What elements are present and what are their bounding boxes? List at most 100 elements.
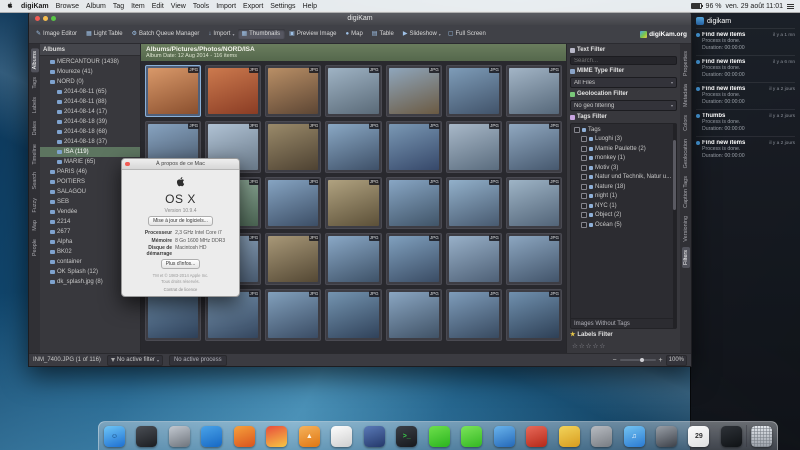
- toolbar-button[interactable]: ▦ Light Table: [83, 29, 128, 39]
- menu-clock[interactable]: ven. 29 août 11:01: [726, 3, 783, 10]
- zoom-slider[interactable]: [620, 359, 656, 361]
- tag-checkbox[interactable]: [581, 155, 587, 161]
- thumbnail[interactable]: JPG: [325, 289, 381, 341]
- dock-app-icon[interactable]: [234, 426, 255, 447]
- dock-app-icon[interactable]: [559, 426, 580, 447]
- rating-star[interactable]: ☆: [592, 342, 598, 350]
- toolbar-button[interactable]: ▣ Preview Image: [286, 29, 341, 39]
- close-button[interactable]: [35, 16, 40, 21]
- menu-item[interactable]: View: [171, 3, 186, 10]
- left-sidebar-tab[interactable]: Fuzzy: [31, 195, 39, 216]
- tag-filter-item[interactable]: Object (2): [571, 211, 676, 221]
- thumbnail[interactable]: JPG: [265, 289, 321, 341]
- tag-filter-item[interactable]: NYC (1): [571, 201, 676, 211]
- thumbnail[interactable]: JPG: [325, 65, 381, 117]
- dock-app-icon[interactable]: [591, 426, 612, 447]
- apple-icon[interactable]: [6, 1, 14, 11]
- toolbar-button[interactable]: ▦ Thumbnails: [238, 29, 285, 39]
- menu-item[interactable]: Tag: [113, 3, 124, 10]
- menu-item[interactable]: Settings: [270, 3, 295, 10]
- dock-app-icon[interactable]: [331, 426, 352, 447]
- thumbnail[interactable]: JPG: [446, 177, 502, 229]
- thumbnail[interactable]: JPG: [265, 177, 321, 229]
- toolbar-button[interactable]: ▶ Slideshow ▾: [400, 29, 444, 39]
- notification[interactable]: Find new items il y a 2 jours Process is…: [696, 136, 795, 163]
- left-sidebar-tab[interactable]: Labels: [31, 94, 39, 116]
- dock-app-icon[interactable]: ♫: [624, 426, 645, 447]
- dock-app-icon[interactable]: [721, 426, 742, 447]
- thumbnail[interactable]: JPG: [386, 121, 442, 173]
- notification[interactable]: Find new items il y a 6 mn Process is do…: [696, 55, 795, 82]
- dock-app-icon[interactable]: [494, 426, 515, 447]
- tag-filter-item[interactable]: Natur und Technik, Natur u...: [571, 173, 676, 183]
- toolbar-button[interactable]: ▢ Full Screen: [445, 29, 491, 39]
- tags-filter-header[interactable]: Tags Filter: [570, 113, 677, 121]
- close-button[interactable]: [125, 162, 130, 167]
- thumbnail[interactable]: JPG: [386, 289, 442, 341]
- dock-app-icon[interactable]: 29: [688, 426, 709, 447]
- album-tree-item[interactable]: 2014-08-14 (17): [40, 107, 140, 117]
- thumbnail[interactable]: JPG: [446, 65, 502, 117]
- dock-app-icon[interactable]: [136, 426, 157, 447]
- left-sidebar-tab[interactable]: Tags: [31, 74, 39, 92]
- toolbar-button[interactable]: ↓ Import ▾: [205, 29, 237, 39]
- notification-center-icon[interactable]: [787, 4, 794, 9]
- text-filter-search-input[interactable]: [570, 56, 677, 65]
- dock-app-icon[interactable]: >_: [396, 426, 417, 447]
- thumbnail[interactable]: JPG: [386, 177, 442, 229]
- album-tree-item[interactable]: 2014-08-11 (88): [40, 97, 140, 107]
- album-tree-item[interactable]: 2014-08-11 (65): [40, 87, 140, 97]
- dock-app-icon[interactable]: [461, 426, 482, 447]
- left-sidebar-tab[interactable]: Albums: [31, 48, 39, 72]
- dock-app-icon[interactable]: [429, 426, 450, 447]
- more-info-button[interactable]: Plus d'infos...: [161, 259, 201, 269]
- tag-checkbox[interactable]: [581, 203, 587, 209]
- album-tree-item[interactable]: 2014-08-18 (39): [40, 117, 140, 127]
- trash-icon[interactable]: [751, 426, 772, 447]
- minimize-button[interactable]: [43, 16, 48, 21]
- zoom-button[interactable]: [51, 16, 56, 21]
- notification[interactable]: Thumbs il y a 2 jours Process is done. D…: [696, 109, 795, 136]
- thumbnail[interactable]: JPG: [446, 233, 502, 285]
- dock-app-icon[interactable]: ☺: [104, 426, 125, 447]
- thumbnail[interactable]: JPG: [506, 121, 562, 173]
- thumbnail[interactable]: JPG: [506, 177, 562, 229]
- tag-checkbox[interactable]: [581, 222, 587, 228]
- tag-checkbox[interactable]: [581, 193, 587, 199]
- toolbar-button[interactable]: ● Map: [343, 29, 368, 39]
- tag-checkbox[interactable]: [574, 127, 580, 133]
- album-tree-item[interactable]: MERCANTOUR (1438): [40, 57, 140, 67]
- thumbnail[interactable]: JPG: [506, 289, 562, 341]
- left-sidebar-tab[interactable]: People: [31, 236, 39, 259]
- text-filter-header[interactable]: Text Filter: [570, 46, 677, 54]
- toolbar-button[interactable]: ✎ Image Editor: [33, 29, 82, 39]
- left-sidebar-tab[interactable]: Dates: [31, 118, 39, 138]
- thumbnail[interactable]: JPG: [325, 121, 381, 173]
- tag-filter-item[interactable]: monkey (1): [571, 154, 676, 164]
- thumbnail[interactable]: JPG: [265, 121, 321, 173]
- tag-filter-item[interactable]: night (1): [571, 192, 676, 202]
- window-titlebar[interactable]: digiKam: [29, 12, 691, 25]
- tag-checkbox[interactable]: [581, 212, 587, 218]
- dock-app-icon[interactable]: [201, 426, 222, 447]
- tag-checkbox[interactable]: [581, 136, 587, 142]
- menu-item[interactable]: Browse: [56, 3, 79, 10]
- tag-filter-item[interactable]: Nature (18): [571, 182, 676, 192]
- menu-item[interactable]: Album: [86, 3, 106, 10]
- thumbnail[interactable]: JPG: [145, 65, 201, 117]
- mime-filter-dropdown[interactable]: All Files ▾: [570, 77, 677, 88]
- thumbnail[interactable]: JPG: [386, 233, 442, 285]
- geolocation-filter-dropdown[interactable]: No geo filtering ▾: [570, 100, 677, 111]
- dock-app-icon[interactable]: ▲: [299, 426, 320, 447]
- thumbnail[interactable]: JPG: [506, 65, 562, 117]
- rating-star[interactable]: ☆: [599, 342, 605, 350]
- rating-star[interactable]: ☆: [579, 342, 585, 350]
- dock-app-icon[interactable]: [656, 426, 677, 447]
- thumbnail[interactable]: JPG: [446, 121, 502, 173]
- left-sidebar-tab[interactable]: Timeline: [31, 141, 39, 168]
- right-sidebar-tab[interactable]: Caption Tags: [682, 173, 690, 211]
- rating-star[interactable]: ☆: [572, 342, 578, 350]
- menu-item[interactable]: Edit: [152, 3, 164, 10]
- menu-item[interactable]: Tools: [193, 3, 209, 10]
- zoom-out-button[interactable]: −: [612, 357, 616, 364]
